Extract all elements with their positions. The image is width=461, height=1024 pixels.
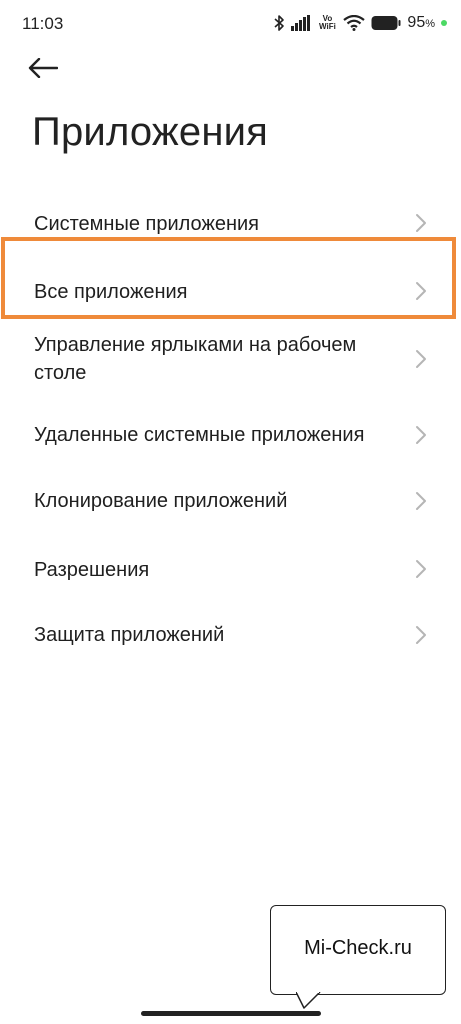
menu-item-label: Управление ярлыками на рабочем столе: [34, 334, 357, 384]
battery-percent: 95%: [407, 14, 435, 31]
wifi-icon: [343, 15, 366, 31]
menu-item-removed-system-apps[interactable]: Удаленные системные приложения: [0, 402, 461, 468]
menu-item-desktop-shortcuts[interactable]: Управление ярлыками на рабочем столе: [0, 322, 461, 402]
chevron-right-icon: [415, 625, 427, 645]
menu-item-label: Системные приложения: [34, 213, 259, 235]
watermark-text: Mi-Check.ru: [304, 937, 412, 959]
back-button[interactable]: [28, 52, 68, 88]
status-time: 11:03: [22, 14, 64, 33]
menu-item-label: Разрешения: [34, 559, 150, 581]
menu-item-label: Защита приложений: [34, 624, 225, 646]
charging-indicator-dot: [441, 20, 447, 26]
menu-item-label: Клонирование приложений: [34, 490, 288, 512]
menu-item-dual-apps[interactable]: Клонирование приложений: [0, 468, 461, 534]
menu-item-label: Удаленные системные приложения: [34, 424, 365, 446]
volte-wifi-icon: Vo WiFi: [317, 15, 337, 31]
menu-item-system-apps[interactable]: Системные приложения: [0, 190, 461, 256]
chevron-right-icon: [415, 491, 427, 511]
chevron-right-icon: [415, 559, 427, 579]
home-indicator[interactable]: [141, 1011, 321, 1016]
chevron-right-icon: [415, 281, 427, 301]
arrow-left-icon: [28, 57, 59, 83]
menu-item-app-lock[interactable]: Защита приложений: [0, 600, 461, 666]
callout-tail-icon: [296, 992, 321, 1009]
chevron-right-icon: [415, 349, 427, 369]
battery-unit: %: [425, 18, 435, 30]
chevron-right-icon: [415, 425, 427, 445]
menu-item-permissions[interactable]: Разрешения: [0, 534, 461, 600]
page-title: Приложения: [32, 110, 269, 154]
menu-item-label: Все приложения: [34, 281, 188, 303]
status-bar: 11:03 Vo WiFi 95%: [0, 0, 461, 44]
watermark-callout: Mi-Check.ru: [270, 905, 446, 1009]
menu-item-all-apps[interactable]: Все приложения: [0, 256, 461, 322]
battery-icon: [371, 15, 401, 31]
chevron-right-icon: [415, 213, 427, 233]
status-icons: Vo WiFi 95%: [273, 12, 447, 34]
signal-icon: [291, 15, 311, 31]
volte-bottom-label: WiFi: [319, 22, 336, 31]
bluetooth-icon: [273, 14, 285, 32]
